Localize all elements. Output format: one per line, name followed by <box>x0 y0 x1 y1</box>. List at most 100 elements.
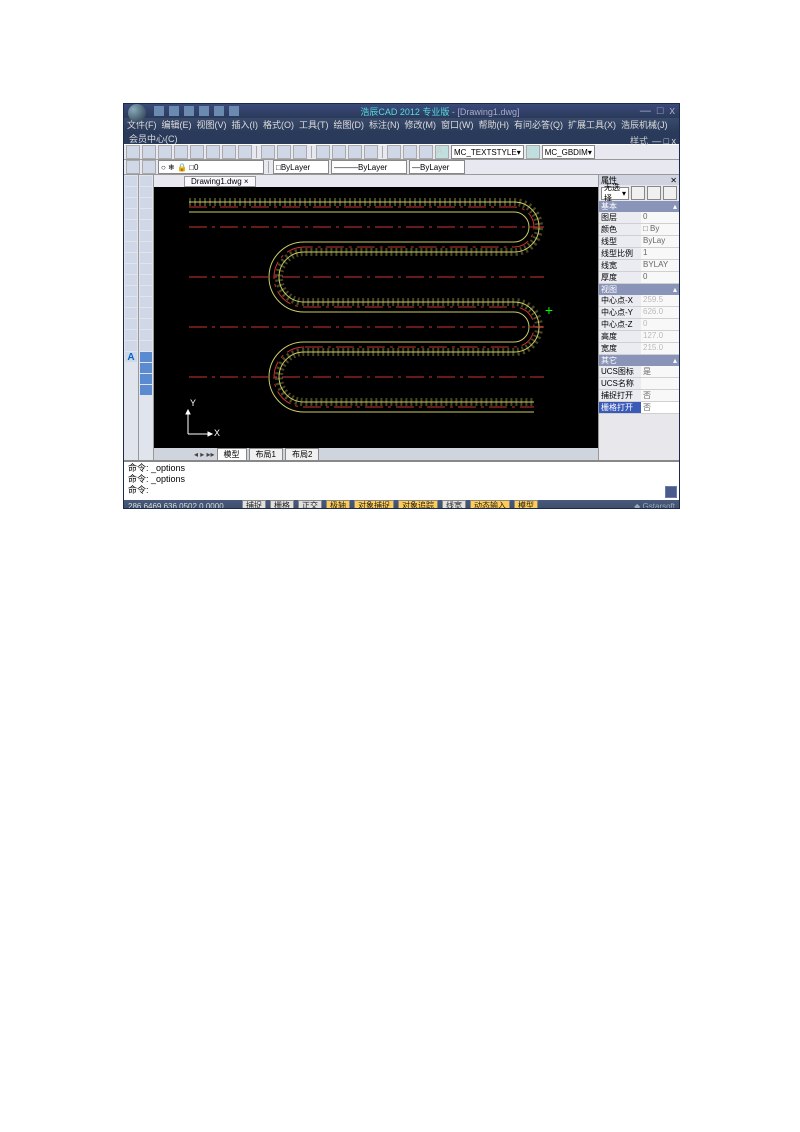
menu-format[interactable]: 格式(O) <box>262 118 295 131</box>
category-basic[interactable]: 基本▴ <box>599 201 679 212</box>
menu-dim[interactable]: 标注(N) <box>368 118 401 131</box>
snap-toggle[interactable]: 捕捉 <box>242 500 266 509</box>
prop-layer[interactable]: 图层0 <box>599 212 679 224</box>
chamfer-tool[interactable] <box>140 319 152 329</box>
panel-close-icon[interactable]: ✕ <box>670 176 677 185</box>
point-tool[interactable] <box>125 297 137 307</box>
textstyle-icon[interactable]: A <box>435 145 449 159</box>
prop-thickness[interactable]: 厚度0 <box>599 272 679 284</box>
tab-layout1[interactable]: 布局1 <box>249 448 283 461</box>
save-icon[interactable] <box>184 106 194 116</box>
block-tool[interactable] <box>125 286 137 296</box>
match-button[interactable] <box>261 145 275 159</box>
trim-tool[interactable] <box>140 275 152 285</box>
menu-draw[interactable]: 绘图(D) <box>333 118 366 131</box>
arc-tool[interactable] <box>125 231 137 241</box>
prop-height[interactable]: 高度127.0 <box>599 331 679 343</box>
array-tool[interactable] <box>140 220 152 230</box>
spline-tool[interactable] <box>125 264 137 274</box>
prop-color[interactable]: 颜色□ By <box>599 224 679 236</box>
osnap-toggle[interactable]: 对象捕捉 <box>354 500 394 509</box>
layer-mgr-button[interactable] <box>126 160 140 174</box>
linetype-dropdown[interactable]: ——— ByLayer <box>331 160 407 174</box>
app-orb-icon[interactable] <box>128 104 146 122</box>
cmd-resize-grip[interactable] <box>665 486 677 498</box>
polar-toggle[interactable]: 极轴 <box>326 500 350 509</box>
menu-modify[interactable]: 修改(M) <box>404 118 438 131</box>
prop-center-z[interactable]: 中心点-Z0 <box>599 319 679 331</box>
extend-tool[interactable] <box>140 286 152 296</box>
prop-linetype[interactable]: 线型ByLay <box>599 236 679 248</box>
undo-button[interactable] <box>277 145 291 159</box>
redo-button[interactable] <box>293 145 307 159</box>
prop-grid-on[interactable]: 栅格打开否 <box>599 402 679 414</box>
pan-button[interactable] <box>316 145 330 159</box>
region-tool[interactable] <box>125 330 137 340</box>
category-misc[interactable]: 其它▴ <box>599 355 679 366</box>
prop-lineweight[interactable]: 线宽BYLAY <box>599 260 679 272</box>
dimstyle-icon[interactable]: ↕ <box>526 145 540 159</box>
new-icon[interactable] <box>154 106 164 116</box>
erase-tool[interactable] <box>140 176 152 186</box>
preview-icon[interactable] <box>229 106 239 116</box>
model-viewport[interactable]: + X Y <box>154 187 598 448</box>
color-dropdown[interactable]: □ ByLayer <box>273 160 329 174</box>
rotate-tool[interactable] <box>140 242 152 252</box>
maximize-button[interactable]: □ <box>657 105 664 117</box>
gradient-tool[interactable] <box>125 319 137 329</box>
dim-style-dropdown[interactable]: MC_GBDIM ▾ <box>542 145 595 159</box>
ellipse-tool[interactable] <box>125 275 137 285</box>
layer-dropdown[interactable]: ○ ❄ 🔒 □ 0 <box>158 160 264 174</box>
move-tool[interactable] <box>140 231 152 241</box>
new-button[interactable] <box>126 145 140 159</box>
zoom-window-button[interactable] <box>348 145 362 159</box>
grid-toggle[interactable]: 栅格 <box>270 500 294 509</box>
text-style-dropdown[interactable]: MC_TEXTSTYLE ▾ <box>451 145 524 159</box>
command-window[interactable]: 命令: _options 命令: _options 命令: <box>124 460 679 500</box>
print-button[interactable] <box>174 145 188 159</box>
menu-insert[interactable]: 插入(I) <box>231 118 260 131</box>
open-button[interactable] <box>142 145 156 159</box>
prop-ucs-icon[interactable]: UCS图标打开是 <box>599 366 679 378</box>
child-window-controls[interactable]: — □ x <box>651 136 677 146</box>
fillet-tool[interactable] <box>140 330 152 340</box>
palette1-button[interactable] <box>140 352 152 362</box>
menu-mech[interactable]: 浩辰机械(J) <box>620 118 669 131</box>
palette4-button[interactable] <box>140 385 152 395</box>
rect-tool[interactable] <box>125 220 137 230</box>
prop-width[interactable]: 宽度215.0 <box>599 343 679 355</box>
otrack-toggle[interactable]: 对象追踪 <box>398 500 438 509</box>
tab-layout2[interactable]: 布局2 <box>285 448 319 461</box>
lineweight-dropdown[interactable]: — ByLayer <box>409 160 465 174</box>
revcloud-tool[interactable] <box>125 253 137 263</box>
zoom-prev-button[interactable] <box>364 145 378 159</box>
saveall-icon[interactable] <box>199 106 209 116</box>
menu-qa[interactable]: 有问必答(Q) <box>513 118 564 131</box>
menu-tools[interactable]: 工具(T) <box>298 118 330 131</box>
prop-ucs-name[interactable]: UCS名称 <box>599 378 679 390</box>
pline-tool[interactable] <box>125 198 137 208</box>
polygon-tool[interactable] <box>125 209 137 219</box>
quick-select-button[interactable] <box>631 186 645 200</box>
selection-dropdown[interactable]: 无选择 ▾ <box>601 187 629 200</box>
menu-member[interactable]: 会员中心(C) <box>128 132 179 145</box>
explode-tool[interactable] <box>140 341 152 351</box>
palette2-button[interactable] <box>140 363 152 373</box>
tab-model[interactable]: 模型 <box>217 448 247 461</box>
menu-edit[interactable]: 编辑(E) <box>161 118 193 131</box>
minimize-button[interactable]: — <box>640 105 651 117</box>
break-tool[interactable] <box>140 297 152 307</box>
prop-ltscale[interactable]: 线型比例1 <box>599 248 679 260</box>
link-button[interactable] <box>387 145 401 159</box>
circle-tool[interactable] <box>125 242 137 252</box>
layer-prev-button[interactable] <box>142 160 156 174</box>
paste-button[interactable] <box>238 145 252 159</box>
prop-snap-on[interactable]: 捕捉打开否 <box>599 390 679 402</box>
prop-center-y[interactable]: 中心点-Y626.0 <box>599 307 679 319</box>
join-tool[interactable] <box>140 308 152 318</box>
table-tool[interactable] <box>125 341 137 351</box>
lwt-toggle[interactable]: 线宽 <box>442 500 466 509</box>
ortho-toggle[interactable]: 正交 <box>298 500 322 509</box>
close-button[interactable]: x <box>670 105 676 117</box>
copy-tool[interactable] <box>140 187 152 197</box>
